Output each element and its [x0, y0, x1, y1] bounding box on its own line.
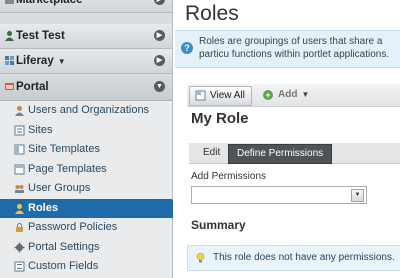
section-label: Portal — [16, 81, 49, 93]
sidebar-item-label: Password Policies — [28, 221, 118, 233]
section-portal[interactable]: Portal ▼ — [0, 74, 172, 101]
user-groups-icon — [15, 185, 24, 193]
view-all-label: View All — [210, 90, 245, 101]
portal-menu: Users and Organizations Sites Site Templ… — [0, 101, 179, 278]
sidebar-item-label: Sites — [28, 123, 53, 136]
sidebar-item-label: Users and Organizations — [28, 104, 150, 116]
section-marketplace[interactable]: Marketplace ▶ — [0, 0, 172, 13]
sidebar-item-user-groups[interactable]: User Groups — [0, 179, 172, 199]
marketplace-icon — [5, 0, 14, 4]
liferay-icon — [5, 56, 14, 65]
section-liferay[interactable]: Liferay ▼ ▶ — [0, 49, 172, 74]
sidebar-item-password-policies[interactable]: Password Policies — [0, 218, 172, 238]
user-icon — [5, 31, 14, 41]
toolbar: View All + Add ▼ — [187, 84, 400, 107]
sidebar-item-roles[interactable]: Roles — [0, 198, 179, 218]
chevron-down-icon[interactable]: ▼ — [154, 81, 165, 92]
sidebar-item-label: Portal Settings — [28, 240, 100, 253]
section-label: Marketplace — [16, 0, 83, 6]
password-policies-icon — [16, 223, 23, 232]
sidebar-item-users-and-organizations[interactable]: Users and Organizations — [0, 101, 172, 121]
info-message: ? Roles are groupings of users that shar… — [175, 30, 400, 68]
section-test-test[interactable]: Test Test ▶ — [0, 24, 172, 49]
add-label: Add — [278, 89, 298, 100]
no-permissions-message: This role does not have any permissions. — [187, 245, 400, 271]
roles-icon — [15, 203, 24, 214]
dropdown-caret-icon[interactable]: ▼ — [58, 57, 66, 66]
role-name: My Role — [191, 110, 249, 127]
section-label: Liferay ▼ — [16, 55, 66, 67]
info-icon: ? — [181, 42, 193, 54]
sidebar-item-label: Custom Fields — [28, 260, 99, 272]
no-permissions-text: This role does not have any permissions. — [213, 252, 395, 263]
add-permissions-select[interactable]: ▼ — [191, 186, 367, 204]
sidebar-item-label: Page Templates — [28, 162, 107, 175]
chevron-right-icon[interactable]: ▶ — [154, 30, 165, 41]
tab-define-permissions[interactable]: Define Permissions — [228, 144, 333, 164]
page-title: Roles — [185, 2, 239, 25]
sidebar-item-portal-settings[interactable]: Portal Settings — [0, 238, 172, 258]
sites-icon — [14, 125, 25, 135]
view-all-icon — [195, 90, 206, 101]
sidebar-item-label: Roles — [28, 201, 58, 214]
main-content: Roles ? Roles are groupings of users tha… — [173, 0, 400, 278]
chevron-right-icon[interactable]: ▶ — [154, 55, 165, 66]
sidebar-item-label: Site Templates — [28, 143, 100, 155]
sidebar-item-site-templates[interactable]: Site Templates — [0, 140, 172, 160]
lightbulb-icon — [196, 252, 205, 263]
sidebar-item-custom-fields[interactable]: Custom Fields — [0, 257, 172, 277]
section-label: Test Test — [16, 30, 65, 42]
users-icon — [15, 106, 24, 116]
custom-fields-icon — [14, 261, 25, 272]
plus-icon: + — [263, 90, 273, 100]
sidebar-item-sites[interactable]: Sites — [0, 121, 172, 141]
role-tabs: Edit Define Permissions — [189, 143, 400, 164]
add-button[interactable]: + Add ▼ — [263, 87, 309, 103]
portal-icon — [5, 83, 14, 90]
add-permissions-label: Add Permissions — [191, 171, 267, 182]
chevron-down-icon: ▼ — [301, 90, 310, 99]
summary-heading: Summary — [191, 218, 246, 232]
site-templates-icon — [14, 144, 25, 155]
page-templates-icon — [14, 164, 25, 174]
chevron-right-icon[interactable]: ▶ — [154, 0, 165, 5]
sidebar-item-label: User Groups — [28, 182, 91, 194]
tab-edit[interactable]: Edit — [195, 144, 228, 162]
gear-icon — [14, 242, 25, 252]
chevron-down-icon[interactable]: ▼ — [351, 189, 364, 202]
control-panel-sidebar: Marketplace ▶ Test Test ▶ Liferay▼ ▶ Por… — [0, 0, 179, 278]
view-all-button[interactable]: View All — [189, 86, 252, 106]
sidebar-item-page-templates[interactable]: Page Templates — [0, 160, 172, 180]
info-text: Roles are groupings of users that share … — [199, 36, 390, 60]
